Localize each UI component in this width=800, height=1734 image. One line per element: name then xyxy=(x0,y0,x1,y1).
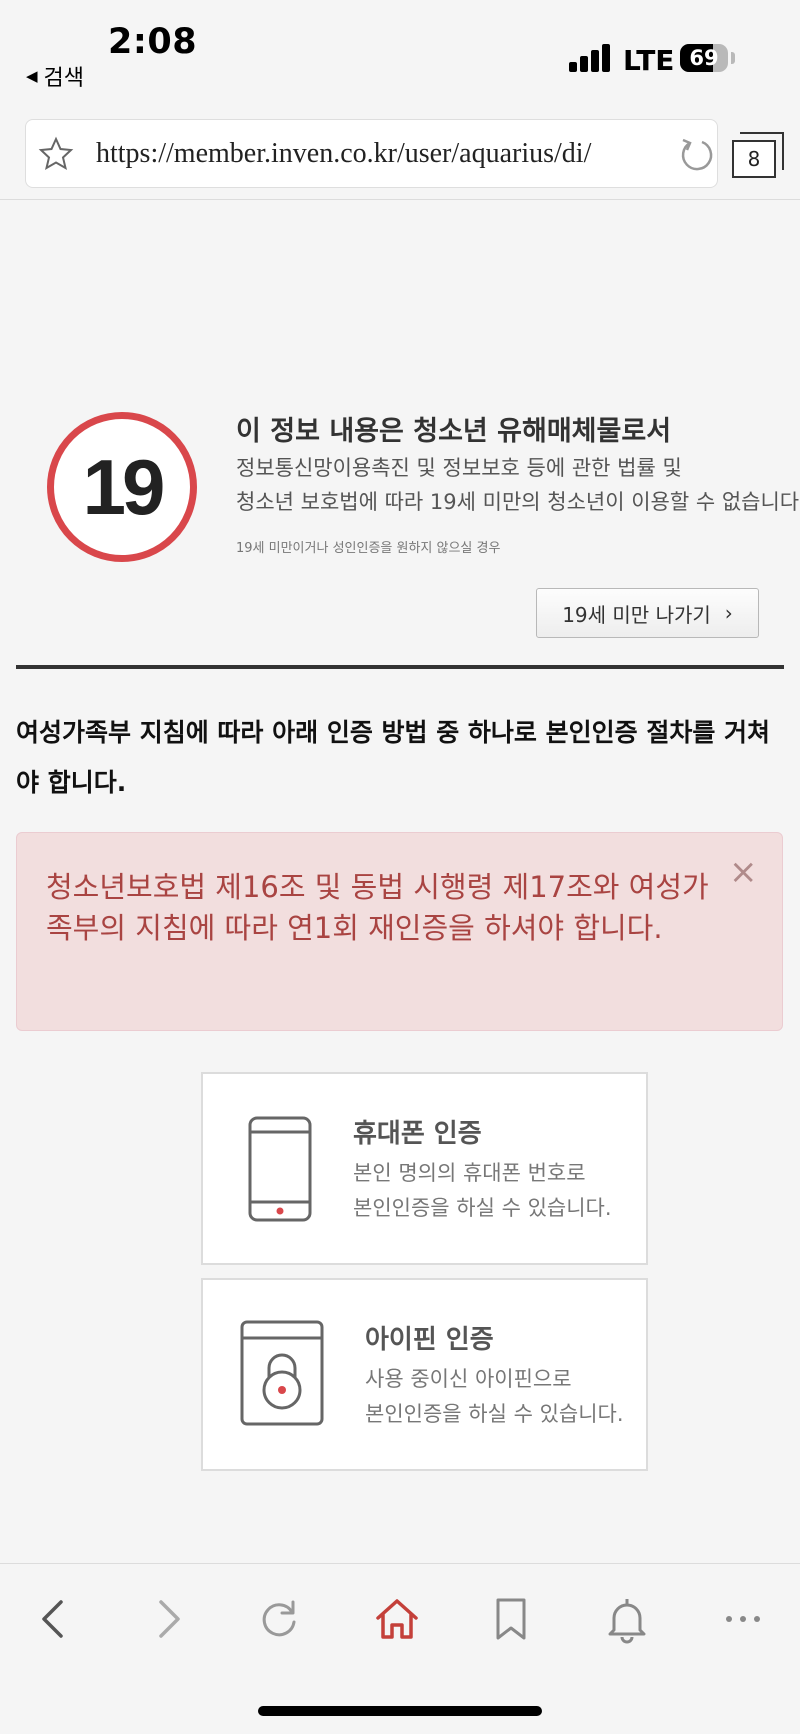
reverification-alert: 청소년보호법 제16조 및 동법 시행령 제17조와 여성가족부의 지침에 따라… xyxy=(16,832,783,1031)
star-icon[interactable] xyxy=(36,134,76,174)
tab-count: 8 xyxy=(732,140,776,178)
verification-notice: 여성가족부 지침에 따라 아래 인증 방법 중 하나로 본인인증 절차를 거쳐야… xyxy=(16,718,771,797)
back-app-label: 검색 xyxy=(43,66,85,91)
reload-icon[interactable] xyxy=(678,134,716,174)
chevron-right-icon: › xyxy=(724,601,733,625)
section-divider xyxy=(16,665,784,669)
ipin-desc-line2: 본인인증을 하실 수 있습니다. xyxy=(365,1402,624,1426)
signal-icon xyxy=(569,44,611,72)
ipin-auth-desc: 사용 중이신 아이핀으로 본인인증을 하실 수 있습니다. xyxy=(365,1362,624,1432)
ipin-lock-icon xyxy=(240,1320,324,1426)
warning-note: 19세 미만이거나 성인인증을 원하지 않으실 경우 xyxy=(236,541,501,556)
forward-icon[interactable] xyxy=(142,1594,192,1644)
under-19-exit-button[interactable]: 19세 미만 나가기 › xyxy=(536,588,759,638)
more-icon[interactable] xyxy=(718,1594,768,1644)
phone-auth-title: 휴대폰 인증 xyxy=(353,1119,482,1149)
warning-desc-line1: 정보통신망이용촉진 및 정보보호 등에 관한 법률 및 xyxy=(236,456,682,480)
header-divider xyxy=(0,199,800,200)
battery-percent: 69 xyxy=(689,46,719,70)
battery-cap xyxy=(731,52,735,64)
refresh-icon[interactable] xyxy=(254,1594,304,1644)
alert-message: 청소년보호법 제16조 및 동법 시행령 제17조와 여성가족부의 지침에 따라… xyxy=(46,870,709,945)
age-19-badge: 19 xyxy=(47,412,197,562)
ipin-desc-line1: 사용 중이신 아이핀으로 xyxy=(365,1367,572,1391)
url-text[interactable]: https://member.inven.co.kr/user/aquarius… xyxy=(96,138,591,170)
alert-close-button[interactable]: × xyxy=(729,855,758,889)
bell-icon[interactable] xyxy=(602,1594,652,1644)
network-type: LTE xyxy=(623,44,675,77)
back-triangle-icon: ◀ xyxy=(26,67,38,85)
address-bar[interactable]: https://member.inven.co.kr/user/aquarius… xyxy=(25,119,718,188)
bookmark-icon[interactable] xyxy=(486,1594,536,1644)
warning-title: 이 정보 내용은 청소년 유해매체물로서 xyxy=(236,416,672,447)
phone-desc-line2: 본인인증을 하실 수 있습니다. xyxy=(353,1196,612,1220)
home-indicator xyxy=(258,1706,542,1716)
warning-desc-line2: 청소년 보호법에 따라 19세 미만의 청소년이 이용할 수 없습니다. xyxy=(236,490,800,514)
warning-description: 정보통신망이용촉진 및 정보보호 등에 관한 법률 및 청소년 보호법에 따라 … xyxy=(236,451,800,519)
phone-auth-desc: 본인 명의의 휴대폰 번호로 본인인증을 하실 수 있습니다. xyxy=(353,1156,612,1226)
exit-button-label: 19세 미만 나가기 xyxy=(562,602,711,627)
ipin-auth-title: 아이핀 인증 xyxy=(365,1325,494,1355)
back-icon[interactable] xyxy=(30,1594,80,1644)
ipin-auth-card[interactable]: 아이핀 인증 사용 중이신 아이핀으로 본인인증을 하실 수 있습니다. xyxy=(201,1278,648,1471)
status-time: 2:08 xyxy=(108,22,198,62)
tabs-button[interactable]: 8 xyxy=(730,128,786,178)
home-icon[interactable] xyxy=(372,1594,422,1644)
phone-desc-line1: 본인 명의의 휴대폰 번호로 xyxy=(353,1161,586,1185)
age-badge-number: 19 xyxy=(82,443,166,531)
status-bar: 2:08 ◀ 검색 LTE 69 xyxy=(0,0,800,110)
back-to-app[interactable]: ◀ 검색 xyxy=(26,60,84,92)
mobile-phone-icon xyxy=(248,1116,312,1222)
battery-icon: 69 xyxy=(680,44,728,72)
phone-auth-card[interactable]: 휴대폰 인증 본인 명의의 휴대폰 번호로 본인인증을 하실 수 있습니다. xyxy=(201,1072,648,1265)
